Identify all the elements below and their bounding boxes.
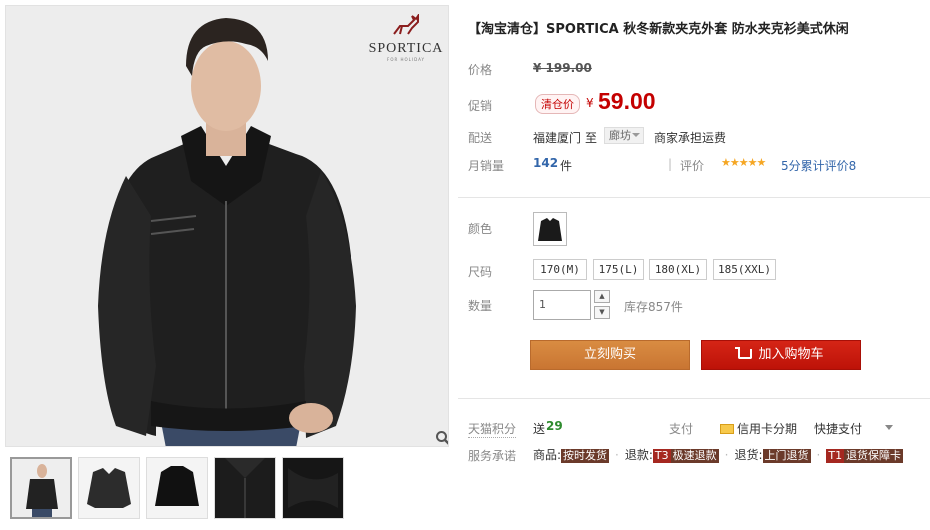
thumbnail-2[interactable]: [78, 457, 140, 519]
clearance-tag: 清仓价: [535, 94, 580, 114]
return-guarantee-tag[interactable]: 退货保障卡: [844, 449, 904, 463]
refund-label: 退款:: [624, 448, 653, 462]
thumbnail-3[interactable]: [146, 457, 208, 519]
sales-separator: |: [668, 157, 673, 171]
ship-from: 福建厦门: [533, 131, 582, 145]
credit-card-icon: [720, 424, 734, 434]
promo-label: 促销: [468, 99, 493, 113]
divider: [458, 398, 930, 399]
size-option-170[interactable]: 170(M): [533, 259, 587, 280]
size-option-185[interactable]: 185(XXL): [713, 259, 776, 280]
dot-separator: ·: [615, 448, 619, 462]
original-price: ¥ 199.00: [533, 61, 592, 75]
fast-refund-tag[interactable]: 极速退款: [670, 449, 719, 463]
thumbnail-1[interactable]: [10, 457, 72, 519]
color-label: 颜色: [468, 222, 493, 236]
currency-symbol: ¥: [586, 96, 594, 110]
quantity-input[interactable]: 1: [533, 290, 591, 320]
divider: [458, 197, 930, 198]
size-label: 尺码: [468, 265, 493, 279]
size-option-180[interactable]: 180(XL): [649, 259, 707, 280]
credit-installment[interactable]: 信用卡分期: [720, 420, 797, 437]
add-to-cart-button[interactable]: 加入购物车: [701, 340, 861, 370]
buy-now-button[interactable]: 立刻购买: [530, 340, 690, 370]
sales-unit: 件: [560, 159, 573, 173]
stock-text: 库存857件: [624, 300, 683, 314]
credit-installment-label: 信用卡分期: [737, 422, 798, 436]
main-product-image[interactable]: SPORTICA FOR HOLIDAY: [5, 5, 449, 447]
destination-value: 廊坊: [609, 129, 631, 142]
quick-pay[interactable]: 快捷支付: [814, 420, 862, 437]
on-time-shipping-tag[interactable]: 按时发货: [561, 449, 610, 463]
rating-label: 评价: [680, 159, 705, 173]
points-label[interactable]: 天猫积分: [468, 420, 517, 438]
color-option-black[interactable]: [533, 212, 567, 246]
promo-price: 59.00: [598, 88, 656, 114]
rating-text[interactable]: 5分累计评价8: [781, 157, 856, 174]
product-title: 【淘宝清仓】SPORTICA 秋冬新款夹克外套 防水夹克衫美式休闲: [468, 22, 849, 37]
return-code: T1: [826, 449, 845, 463]
cart-icon: [735, 347, 753, 359]
service-row: 商品: 按时发货 · 退款: T3 极速退款 · 退货: 上门退货 · T1 退货保障卡: [533, 446, 904, 463]
price-label: 价格: [468, 63, 493, 77]
search-icon[interactable]: [434, 430, 448, 446]
quantity-up-button[interactable]: ▲: [594, 290, 610, 303]
model-jacket-photo: [6, 6, 448, 446]
brand-subtitle: FOR HOLIDAY: [387, 57, 425, 62]
thumbnail-4[interactable]: [214, 457, 276, 519]
thumbnail-5[interactable]: [282, 457, 344, 519]
return-label: 退货:: [734, 448, 763, 462]
door-return-tag[interactable]: 上门退货: [762, 449, 811, 463]
deer-logo-icon: [393, 12, 419, 35]
size-option-175[interactable]: 175(L): [593, 259, 644, 280]
points-value: 29: [546, 419, 563, 433]
dot-separator: ·: [724, 448, 729, 462]
destination-select[interactable]: 廊坊: [604, 127, 644, 144]
add-to-cart-label: 加入购物车: [758, 347, 824, 362]
rating-stars: ★★★★★: [721, 156, 766, 169]
sales-label: 月销量: [468, 159, 505, 173]
sales-count: 142: [533, 156, 559, 170]
shipping-label: 配送: [468, 131, 493, 145]
brand-logo: SPORTICA FOR HOLIDAY: [366, 12, 446, 62]
chevron-down-icon: [632, 133, 640, 137]
shipping-note: 商家承担运费: [654, 131, 727, 145]
goods-label: 商品:: [533, 448, 562, 462]
chevron-down-icon[interactable]: [885, 425, 893, 430]
points-prefix: 送: [533, 422, 546, 436]
service-label: 服务承诺: [468, 449, 517, 463]
quantity-down-button[interactable]: ▼: [594, 306, 610, 319]
payment-label: 支付: [669, 422, 694, 436]
refund-code: T3: [652, 449, 671, 463]
ship-to-word: 至: [585, 131, 598, 145]
dot-separator: ·: [816, 448, 821, 462]
brand-name: SPORTICA: [368, 41, 444, 56]
quantity-label: 数量: [468, 299, 493, 313]
